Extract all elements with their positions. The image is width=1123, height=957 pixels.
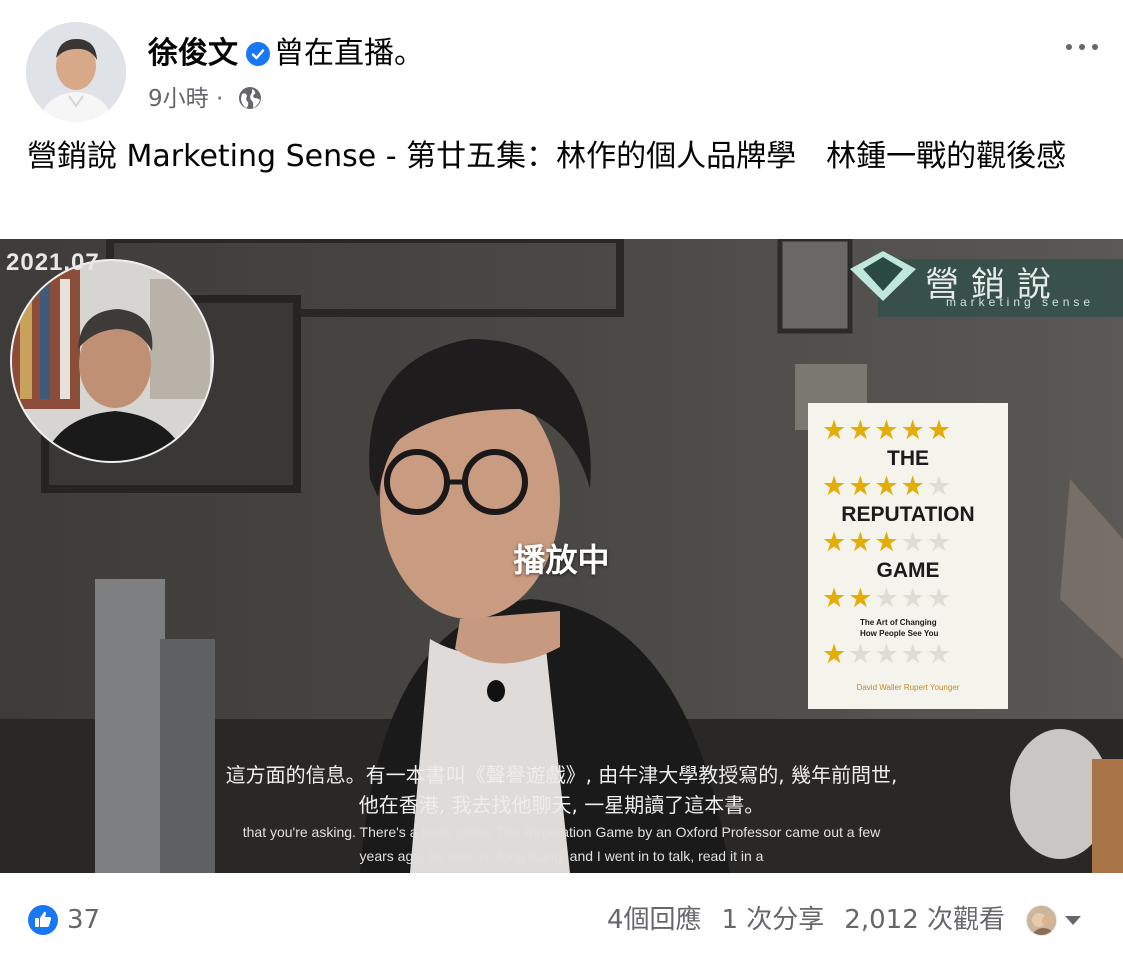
reactor-avatar[interactable] bbox=[1026, 905, 1057, 936]
star-row: ★★★★★ bbox=[822, 415, 954, 446]
book-title-line2: REPUTATION bbox=[841, 503, 975, 526]
star-row: ★★★★★ bbox=[822, 583, 954, 614]
star-row: ★★★★★ bbox=[822, 471, 954, 502]
author-name[interactable]: 徐俊文 bbox=[148, 36, 238, 71]
like-icon[interactable] bbox=[28, 905, 58, 935]
video-date-stamp: 2021.07 bbox=[6, 249, 100, 276]
post-caption: 營銷說 Marketing Sense - 第廿五集：林作的個人品牌學 林鍾一戰… bbox=[27, 139, 1067, 174]
subtitle-en-line: that you're asking. There's a book calle… bbox=[242, 824, 881, 840]
star-row: ★★★★★ bbox=[822, 639, 954, 670]
meta-separator: · bbox=[215, 86, 224, 112]
subtitle-cn-line: 他在香港, 我去找他聊天, 一星期讀了這本書。 bbox=[358, 793, 765, 817]
playback-status: 播放中 bbox=[513, 541, 610, 579]
subtitle-en-line: years ago, he was in Hong Kong, and I we… bbox=[359, 848, 764, 864]
globe-icon[interactable] bbox=[237, 85, 263, 120]
post-header: 徐俊文 曾在直播。 9小時 · bbox=[0, 0, 1123, 125]
chevron-down-icon[interactable] bbox=[1065, 916, 1081, 925]
post-footer: 37 4個回應 1 次分享 2,012 次觀看 bbox=[0, 873, 1123, 957]
book-authors: David Waller Rupert Younger bbox=[856, 683, 960, 692]
author-line: 徐俊文 曾在直播。 bbox=[148, 34, 424, 74]
post-time[interactable]: 9小時 bbox=[148, 86, 209, 112]
book-subtitle-line1: The Art of Changing bbox=[860, 618, 937, 627]
brand-watermark: 營銷說 marketing sense bbox=[850, 239, 1120, 319]
video-player[interactable]: 2021.07 營銷說 marketing sense ★★★★★ THE ★★… bbox=[0, 239, 1123, 873]
post-meta: 9小時 · bbox=[148, 83, 263, 120]
brand-subtitle: marketing sense bbox=[946, 295, 1095, 309]
author-avatar[interactable] bbox=[26, 22, 126, 122]
like-count[interactable]: 37 bbox=[67, 905, 100, 935]
post-stats: 4個回應 1 次分享 2,012 次觀看 bbox=[587, 905, 1005, 935]
subtitle-cn-line: 這方面的信息。有一本書叫《聲譽遊戲》, 由牛津大學教授寫的, 幾年前問世, bbox=[225, 763, 898, 787]
book-subtitle-line2: How People See You bbox=[860, 629, 939, 638]
book-title-line1: THE bbox=[887, 447, 929, 470]
more-options-icon[interactable] bbox=[1062, 36, 1102, 56]
shares-count[interactable]: 1 次分享 bbox=[721, 905, 824, 935]
post-action: 曾在直播。 bbox=[274, 36, 424, 71]
comments-count[interactable]: 4個回應 bbox=[607, 905, 702, 935]
verified-badge-icon bbox=[246, 42, 270, 66]
views-count: 2,012 次觀看 bbox=[844, 905, 1005, 935]
